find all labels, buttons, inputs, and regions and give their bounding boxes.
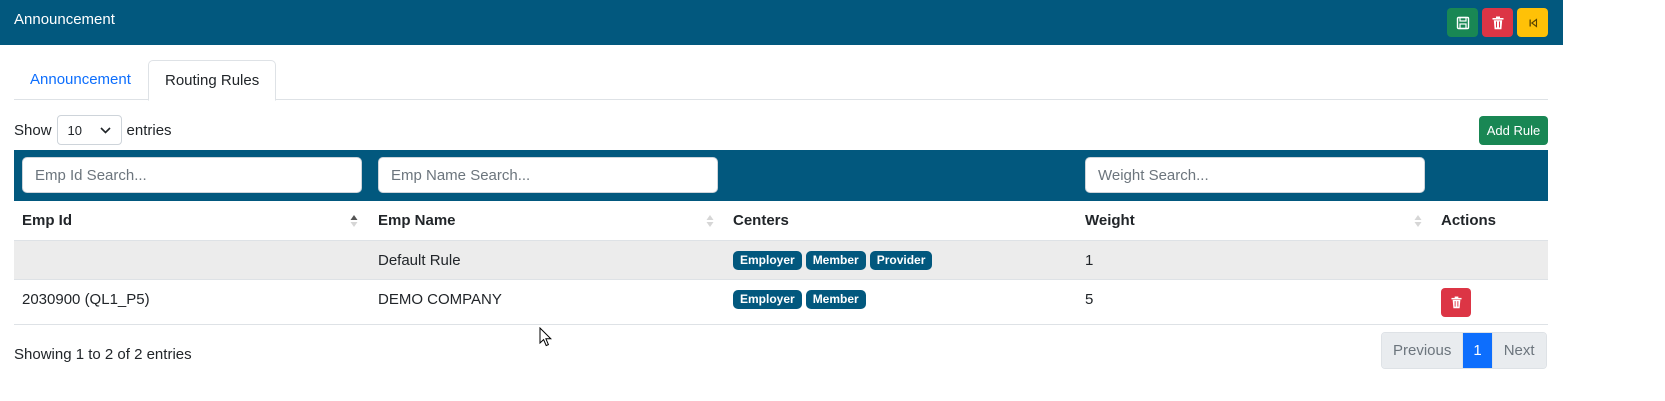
- sort-asc-icon: [350, 215, 358, 227]
- trash-icon: [1492, 16, 1503, 29]
- emp-id-search-input[interactable]: [22, 157, 362, 193]
- trash-icon: [1450, 296, 1462, 309]
- entries-select[interactable]: 10: [56, 115, 122, 145]
- add-rule-button[interactable]: Add Rule: [1479, 116, 1548, 145]
- table-info: Showing 1 to 2 of 2 entries: [14, 346, 192, 363]
- column-header-weight[interactable]: Weight: [1085, 201, 1135, 241]
- center-badge: Employer: [733, 251, 802, 270]
- column-header-emp-id[interactable]: Emp Id: [22, 201, 72, 241]
- column-header-actions: Actions: [1441, 212, 1497, 229]
- top-actions: [1447, 8, 1548, 37]
- page-title: Announcement: [14, 11, 115, 28]
- table-row: 2030900 (QL1_P5) DEMO COMPANY Employer M…: [14, 280, 1548, 325]
- length-suffix: entries: [126, 121, 172, 139]
- cell-weight: 5: [1085, 291, 1094, 308]
- cell-emp-name: DEMO COMPANY: [378, 291, 502, 308]
- center-badge: Member: [805, 290, 866, 309]
- cell-emp-name: Default Rule: [378, 252, 461, 269]
- tab-announcement[interactable]: Announcement: [14, 60, 147, 100]
- table-row: Default Rule Employer Member Provider 1: [14, 241, 1548, 280]
- sort-icon: [706, 215, 714, 227]
- pagination-next[interactable]: Next: [1491, 333, 1546, 368]
- emp-name-search-input[interactable]: [378, 157, 718, 193]
- table-header: Emp Id Emp Name Centers Weight Actions: [14, 201, 1548, 241]
- center-badge: Member: [805, 251, 866, 270]
- length-menu: Show 10 entries: [14, 115, 172, 145]
- back-icon: [1529, 17, 1537, 28]
- chevron-down-icon: [99, 126, 111, 134]
- save-icon: [1456, 16, 1469, 29]
- pagination: Previous 1 Next: [1381, 332, 1547, 369]
- delete-rule-button[interactable]: [1441, 288, 1471, 317]
- column-header-emp-name[interactable]: Emp Name: [378, 201, 456, 241]
- tab-bar: Announcement Routing Rules: [14, 60, 1548, 101]
- cell-centers: Employer Member Provider: [733, 251, 933, 270]
- weight-search-input[interactable]: [1085, 157, 1425, 193]
- sort-icon: [1414, 215, 1422, 227]
- cell-emp-id: 2030900 (QL1_P5): [22, 291, 150, 308]
- back-button[interactable]: [1517, 8, 1548, 37]
- pagination-previous[interactable]: Previous: [1382, 333, 1464, 368]
- tab-routing-rules[interactable]: Routing Rules: [148, 60, 277, 101]
- delete-button[interactable]: [1482, 8, 1513, 37]
- length-prefix: Show: [14, 121, 52, 139]
- cell-weight: 1: [1085, 252, 1094, 269]
- save-button[interactable]: [1447, 8, 1478, 37]
- column-header-centers: Centers: [733, 212, 789, 229]
- top-bar: Announcement: [0, 0, 1563, 45]
- mouse-cursor-icon: [539, 327, 552, 347]
- center-badge: Employer: [733, 290, 802, 309]
- pagination-page[interactable]: 1: [1463, 333, 1492, 368]
- center-badge: Provider: [869, 251, 933, 270]
- column-search-row: [14, 150, 1548, 201]
- entries-select-value: 10: [67, 122, 82, 138]
- cell-centers: Employer Member: [733, 290, 866, 309]
